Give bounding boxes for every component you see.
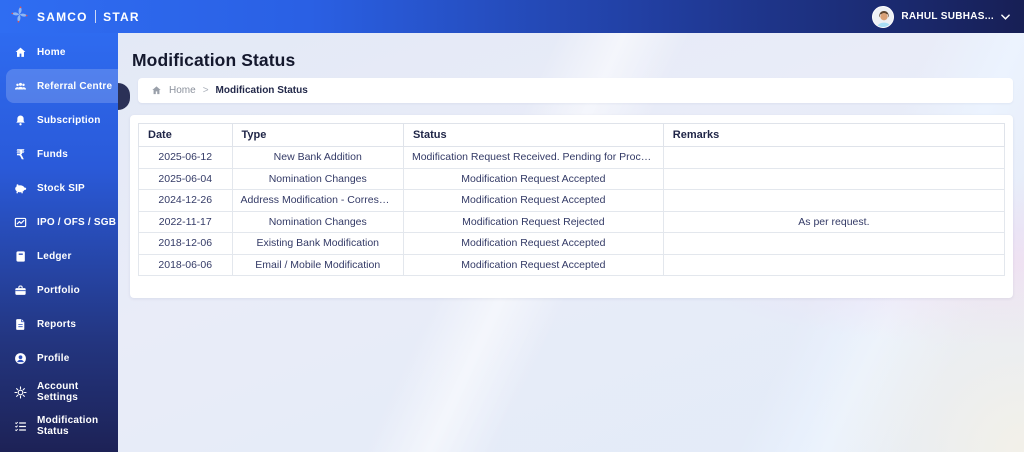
brand-name-right: STAR xyxy=(103,9,140,24)
table-cell: Modification Request Accepted xyxy=(402,189,664,212)
home-icon xyxy=(13,45,28,60)
user-name-label: RAHUL SUBHAS... xyxy=(901,11,994,22)
table-header-cell: Remarks xyxy=(662,123,1006,147)
brand-name-left: SAMCO xyxy=(37,9,88,24)
table-row: 2018-12-06 Existing Bank Modification Modi… xyxy=(138,232,1006,255)
sidebar-item-label: Ledger xyxy=(37,250,72,262)
modification-status-table: Date Type Status Remarks 2025-06-12 New Bank… xyxy=(138,123,1006,276)
sidebar-item-reports[interactable]: Reports xyxy=(0,307,118,341)
user-avatar xyxy=(872,5,895,28)
table-header-cell: Type xyxy=(231,123,404,147)
sidebar-item-label: Modification Status xyxy=(37,415,99,437)
sidebar-item-label: Funds xyxy=(37,148,68,160)
sidebar-item-stock-sip[interactable]: Stock SIP xyxy=(0,171,118,205)
table-cell xyxy=(662,167,1006,190)
table-cell: 2022-11-17 xyxy=(138,210,233,233)
sidebar-item-label: IPO / OFS / SGB xyxy=(37,216,117,228)
gear-icon xyxy=(13,385,28,400)
ledger-icon xyxy=(13,249,28,264)
table-cell: 2024-12-26 xyxy=(138,189,233,212)
brand-name: SAMCO STAR xyxy=(37,10,140,24)
sidebar-item-account-settings[interactable]: Account Settings xyxy=(0,375,118,409)
breadcrumb-home-link[interactable]: Home xyxy=(169,85,196,96)
bell-icon xyxy=(13,113,28,128)
table-cell xyxy=(662,253,1006,276)
table-cell: Nomination Changes xyxy=(231,210,404,233)
checklist-icon xyxy=(13,419,28,434)
sidebar-collapse-handle[interactable] xyxy=(118,83,130,110)
table-cell xyxy=(662,189,1006,212)
table-cell: 2025-06-12 xyxy=(138,146,233,169)
modification-status-card: Date Type Status Remarks 2025-06-12 New Bank… xyxy=(130,115,1013,298)
table-header-row: Date Type Status Remarks xyxy=(138,123,1006,147)
main-content: Modification Status Home > Modification … xyxy=(118,33,1024,452)
sidebar-item-label: Home xyxy=(37,46,66,58)
sidebar-item-label: Account Settings xyxy=(37,381,79,403)
piggy-bank-icon xyxy=(13,181,28,196)
table-cell: Email / Mobile Modification xyxy=(231,253,404,276)
table-cell: Modification Request Rejected xyxy=(402,210,664,233)
profile-icon xyxy=(13,351,28,366)
home-breadcrumb-icon xyxy=(151,85,162,96)
samco-pinwheel-logo-icon xyxy=(10,5,29,29)
breadcrumb: Home > Modification Status xyxy=(138,78,1013,103)
brand-divider xyxy=(94,10,97,23)
table-cell: 2025-06-04 xyxy=(138,167,233,190)
table-row: 2024-12-26 Address Modification - Corresp… xyxy=(138,189,1006,212)
table-cell: 2018-06-06 xyxy=(138,253,233,276)
chart-icon xyxy=(13,215,28,230)
table-cell: New Bank Addition xyxy=(231,146,404,169)
table-cell: Modification Request Accepted xyxy=(402,232,664,255)
table-cell: Nomination Changes xyxy=(231,167,404,190)
table-row: 2025-06-04 Nomination Changes Modification… xyxy=(138,167,1006,190)
sidebar-item-label: Stock SIP xyxy=(37,182,85,194)
breadcrumb-current: Modification Status xyxy=(215,85,308,96)
table-row: 2022-11-17 Nomination Changes Modification… xyxy=(138,210,1006,233)
table-cell: 2018-12-06 xyxy=(138,232,233,255)
brand-logo[interactable]: SAMCO STAR xyxy=(10,5,140,29)
sidebar-item-label: Subscription xyxy=(37,114,101,126)
table-cell: Address Modification - Correspondence xyxy=(231,189,404,212)
user-menu[interactable]: RAHUL SUBHAS... xyxy=(872,5,1010,28)
table-cell: Existing Bank Modification xyxy=(231,232,404,255)
sidebar-item-label: Portfolio xyxy=(37,284,80,296)
sidebar-item-referral-centre[interactable]: Referral Centre xyxy=(6,69,118,103)
app-window: SAMCO STAR RAHUL SUBHAS... Home Referral … xyxy=(0,0,1024,452)
sidebar: Home Referral Centre Subscription ₹ Funds Sto… xyxy=(0,33,118,452)
top-header-bar: SAMCO STAR RAHUL SUBHAS... xyxy=(0,0,1024,33)
table-header-cell: Date xyxy=(138,123,233,147)
breadcrumb-separator: > xyxy=(202,85,209,96)
sidebar-item-ledger[interactable]: Ledger xyxy=(0,239,118,273)
sidebar-item-home[interactable]: Home xyxy=(0,35,118,69)
page-title: Modification Status xyxy=(132,50,296,70)
referral-users-icon xyxy=(13,79,28,94)
table-header-cell: Status xyxy=(402,123,664,147)
table-cell: Modification Request Accepted xyxy=(402,167,664,190)
chevron-down-icon xyxy=(1001,13,1010,20)
sidebar-item-portfolio[interactable]: Portfolio xyxy=(0,273,118,307)
rupee-icon: ₹ xyxy=(16,146,25,162)
table-cell: Modification Request Accepted xyxy=(402,253,664,276)
sidebar-item-label: Referral Centre xyxy=(37,80,113,92)
table-cell: Modification Request Received. Pending f… xyxy=(402,146,664,169)
sidebar-item-ipo-ofs-sgb[interactable]: IPO / OFS / SGB xyxy=(0,205,118,239)
sidebar-item-profile[interactable]: Profile xyxy=(0,341,118,375)
table-cell xyxy=(662,232,1006,255)
sidebar-item-subscription[interactable]: Subscription xyxy=(0,103,118,137)
table-row: 2018-06-06 Email / Mobile Modification Mod… xyxy=(138,253,1006,276)
briefcase-icon xyxy=(13,283,28,298)
report-icon xyxy=(13,317,28,332)
sidebar-item-label: Reports xyxy=(37,318,77,330)
table-cell xyxy=(662,146,1006,169)
sidebar-item-modification-status[interactable]: Modification Status xyxy=(0,409,118,443)
sidebar-item-label: Profile xyxy=(37,352,70,364)
table-row: 2025-06-12 New Bank Addition Modification … xyxy=(138,146,1006,169)
table-cell: As per request. xyxy=(662,210,1006,233)
sidebar-item-funds[interactable]: ₹ Funds xyxy=(0,137,118,171)
